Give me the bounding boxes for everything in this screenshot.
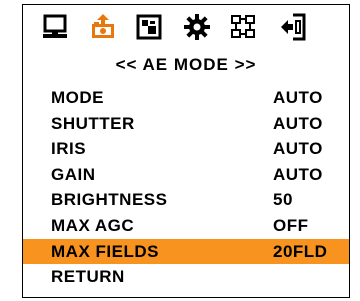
osd-menu-panel: << AE MODE >> MODE AUTO SHUTTER AUTO IRI… bbox=[22, 4, 350, 298]
menu-item-value: AUTO bbox=[273, 139, 323, 159]
menu-item-label: BRIGHTNESS bbox=[51, 190, 168, 210]
menu-item-label: MAX FIELDS bbox=[51, 241, 159, 261]
menu-item-value: AUTO bbox=[273, 164, 323, 184]
page-title: << AE MODE >> bbox=[115, 55, 257, 74]
menu-item-iris[interactable]: IRIS AUTO bbox=[23, 136, 349, 162]
menu-item-mode[interactable]: MODE AUTO bbox=[23, 85, 349, 111]
menu-item-label: MAX AGC bbox=[51, 215, 135, 235]
menu-item-gain[interactable]: GAIN AUTO bbox=[23, 162, 349, 188]
menu-item-value: AUTO bbox=[273, 88, 323, 107]
exit-icon[interactable] bbox=[279, 13, 307, 41]
menu-item-return[interactable]: RETURN bbox=[23, 264, 349, 290]
menu-item-label: RETURN bbox=[51, 267, 125, 287]
menu-item-brightness[interactable]: BRIGHTNESS 50 bbox=[23, 187, 349, 213]
menu-item-label: SHUTTER bbox=[51, 113, 135, 133]
menu-item-value: 50 bbox=[273, 190, 293, 210]
camera-settings-icon[interactable] bbox=[89, 13, 117, 41]
picture-icon[interactable] bbox=[135, 13, 163, 41]
menu-list: MODE AUTO SHUTTER AUTO IRIS AUTO GAIN AU… bbox=[23, 85, 349, 290]
menu-item-label: IRIS bbox=[51, 139, 87, 159]
monitor-icon[interactable] bbox=[41, 13, 69, 41]
menu-item-value: OFF bbox=[273, 215, 309, 235]
menu-item-label: GAIN bbox=[51, 164, 96, 184]
menu-item-max-agc[interactable]: MAX AGC OFF bbox=[23, 213, 349, 239]
menu-item-shutter[interactable]: SHUTTER AUTO bbox=[23, 111, 349, 137]
menu-item-value: 20FLD bbox=[273, 241, 328, 261]
network-icon[interactable] bbox=[229, 13, 257, 41]
toolbar bbox=[23, 5, 349, 47]
menu-item-value: AUTO bbox=[273, 113, 323, 133]
menu-item-label: MODE bbox=[51, 88, 104, 107]
gear-icon[interactable] bbox=[183, 13, 211, 41]
menu-item-max-fields[interactable]: MAX FIELDS 20FLD bbox=[23, 238, 349, 265]
